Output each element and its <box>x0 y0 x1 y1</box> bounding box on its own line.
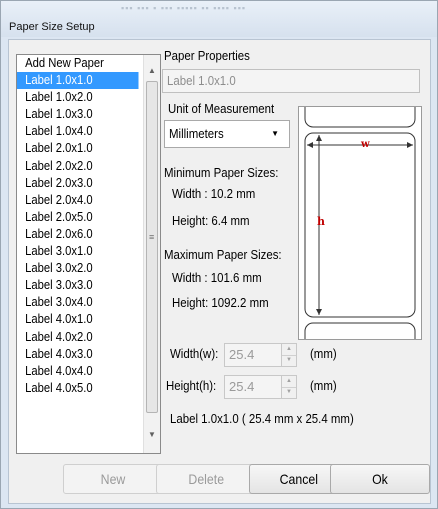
paper-list-item[interactable]: Label 3.0x4.0 <box>17 294 130 311</box>
paper-list-item[interactable]: Label 4.0x1.0 <box>17 311 130 328</box>
ok-button-label: Ok <box>372 471 388 487</box>
width-input-value: 25.4 <box>229 347 255 362</box>
max-height-text: Height: 1092.2 mm <box>172 295 269 310</box>
paper-list-scrollbar[interactable]: ▲ ≡ ▼ <box>143 55 160 453</box>
paper-list-item[interactable]: Label 1.0x2.0 <box>17 89 130 106</box>
height-label: Height(h): <box>166 378 217 393</box>
min-sizes-heading: Minimum Paper Sizes: <box>164 165 279 180</box>
height-input-value: 25.4 <box>229 379 255 394</box>
window-title: Paper Size Setup <box>9 21 95 33</box>
paper-list-item[interactable]: Label 1.0x4.0 <box>17 123 130 140</box>
paper-list-item[interactable]: Label 2.0x3.0 <box>17 175 130 192</box>
paper-list-item[interactable]: Label 4.0x3.0 <box>17 346 130 363</box>
delete-button-label: Delete <box>188 471 224 487</box>
height-input[interactable]: 25.4 <box>224 375 282 399</box>
paper-list-item[interactable]: Label 4.0x2.0 <box>17 329 130 346</box>
paper-list-item[interactable]: Label 3.0x3.0 <box>17 277 130 294</box>
max-width-text: Width : 101.6 mm <box>172 270 262 285</box>
min-height-text: Height: 6.4 mm <box>172 213 250 228</box>
scroll-thumb[interactable]: ≡ <box>146 81 158 413</box>
height-unit: (mm) <box>310 378 337 393</box>
paper-name-value: Label 1.0x1.0 <box>167 73 236 88</box>
paper-list-item[interactable]: Label 2.0x1.0 <box>17 140 130 157</box>
paper-list-item[interactable]: Add New Paper <box>17 55 130 72</box>
paper-list-item[interactable]: Label 4.0x4.0 <box>17 363 130 380</box>
paper-list-item[interactable]: Label 1.0x3.0 <box>17 106 130 123</box>
paper-list[interactable]: Add New Paper Label 1.0x1.0 Label 1.0x2.0 L… <box>16 54 161 454</box>
paper-list-items: Add New Paper Label 1.0x1.0 Label 1.0x2.0 L… <box>17 55 143 397</box>
height-spin-down-icon[interactable]: ▼ <box>282 387 296 398</box>
diagram-w-label: w <box>360 139 370 150</box>
unit-selected-value: Millimeters <box>169 126 224 141</box>
paper-list-item[interactable]: Label 2.0x2.0 <box>17 158 130 175</box>
paper-list-item[interactable]: Label 2.0x4.0 <box>17 192 130 209</box>
paper-list-item[interactable]: Label 2.0x5.0 <box>17 209 130 226</box>
chevron-down-icon: ▼ <box>271 129 279 138</box>
width-input[interactable]: 25.4 <box>224 343 282 367</box>
title-bar: ▪▪▪ ▪▪▪ ▪ ▪▪▪ ▪▪▪▪▪ ▪▪ ▪▪▪▪ ▪▪▪ Paper Si… <box>1 1 437 37</box>
paper-list-item[interactable]: Label 3.0x1.0 <box>17 243 130 260</box>
delete-button[interactable]: Delete <box>156 464 256 494</box>
label-diagram-svg: w h <box>304 98 416 352</box>
paper-list-item[interactable]: Label 2.0x6.0 <box>17 226 130 243</box>
width-label: Width(w): <box>170 346 219 361</box>
width-spin-down-icon[interactable]: ▼ <box>282 355 296 366</box>
unit-label: Unit of Measurement <box>168 101 275 116</box>
unit-dropdown[interactable]: Millimeters ▼ <box>164 120 290 148</box>
background-text: ▪▪▪ ▪▪▪ ▪ ▪▪▪ ▪▪▪▪▪ ▪▪ ▪▪▪▪ ▪▪▪ <box>121 3 247 13</box>
scroll-down-arrow-icon[interactable]: ▼ <box>144 427 160 443</box>
size-summary: Label 1.0x1.0 ( 25.4 mm x 25.4 mm) <box>170 411 354 426</box>
new-button-label: New <box>100 471 126 487</box>
min-width-text: Width : 10.2 mm <box>172 186 256 201</box>
ok-button[interactable]: Ok <box>330 464 430 494</box>
label-diagram: w h <box>298 98 422 352</box>
paper-name-field[interactable]: Label 1.0x1.0 <box>162 69 420 93</box>
paper-list-item[interactable]: Label 1.0x1.0 <box>17 72 139 90</box>
width-spinner[interactable]: ▲ ▼ <box>281 343 297 367</box>
grip-icon: ≡ <box>149 232 155 242</box>
new-button[interactable]: New <box>63 464 163 494</box>
width-unit: (mm) <box>310 346 337 361</box>
diagram-h-label: h <box>317 215 325 228</box>
paper-list-item[interactable]: Label 4.0x5.0 <box>17 380 130 397</box>
height-spinner[interactable]: ▲ ▼ <box>281 375 297 399</box>
paper-properties-heading: Paper Properties <box>164 48 250 63</box>
max-sizes-heading: Maximum Paper Sizes: <box>164 247 282 262</box>
paper-list-item[interactable]: Label 3.0x2.0 <box>17 260 130 277</box>
scroll-up-arrow-icon[interactable]: ▲ <box>144 63 160 79</box>
cancel-button-label: Cancel <box>279 471 319 487</box>
